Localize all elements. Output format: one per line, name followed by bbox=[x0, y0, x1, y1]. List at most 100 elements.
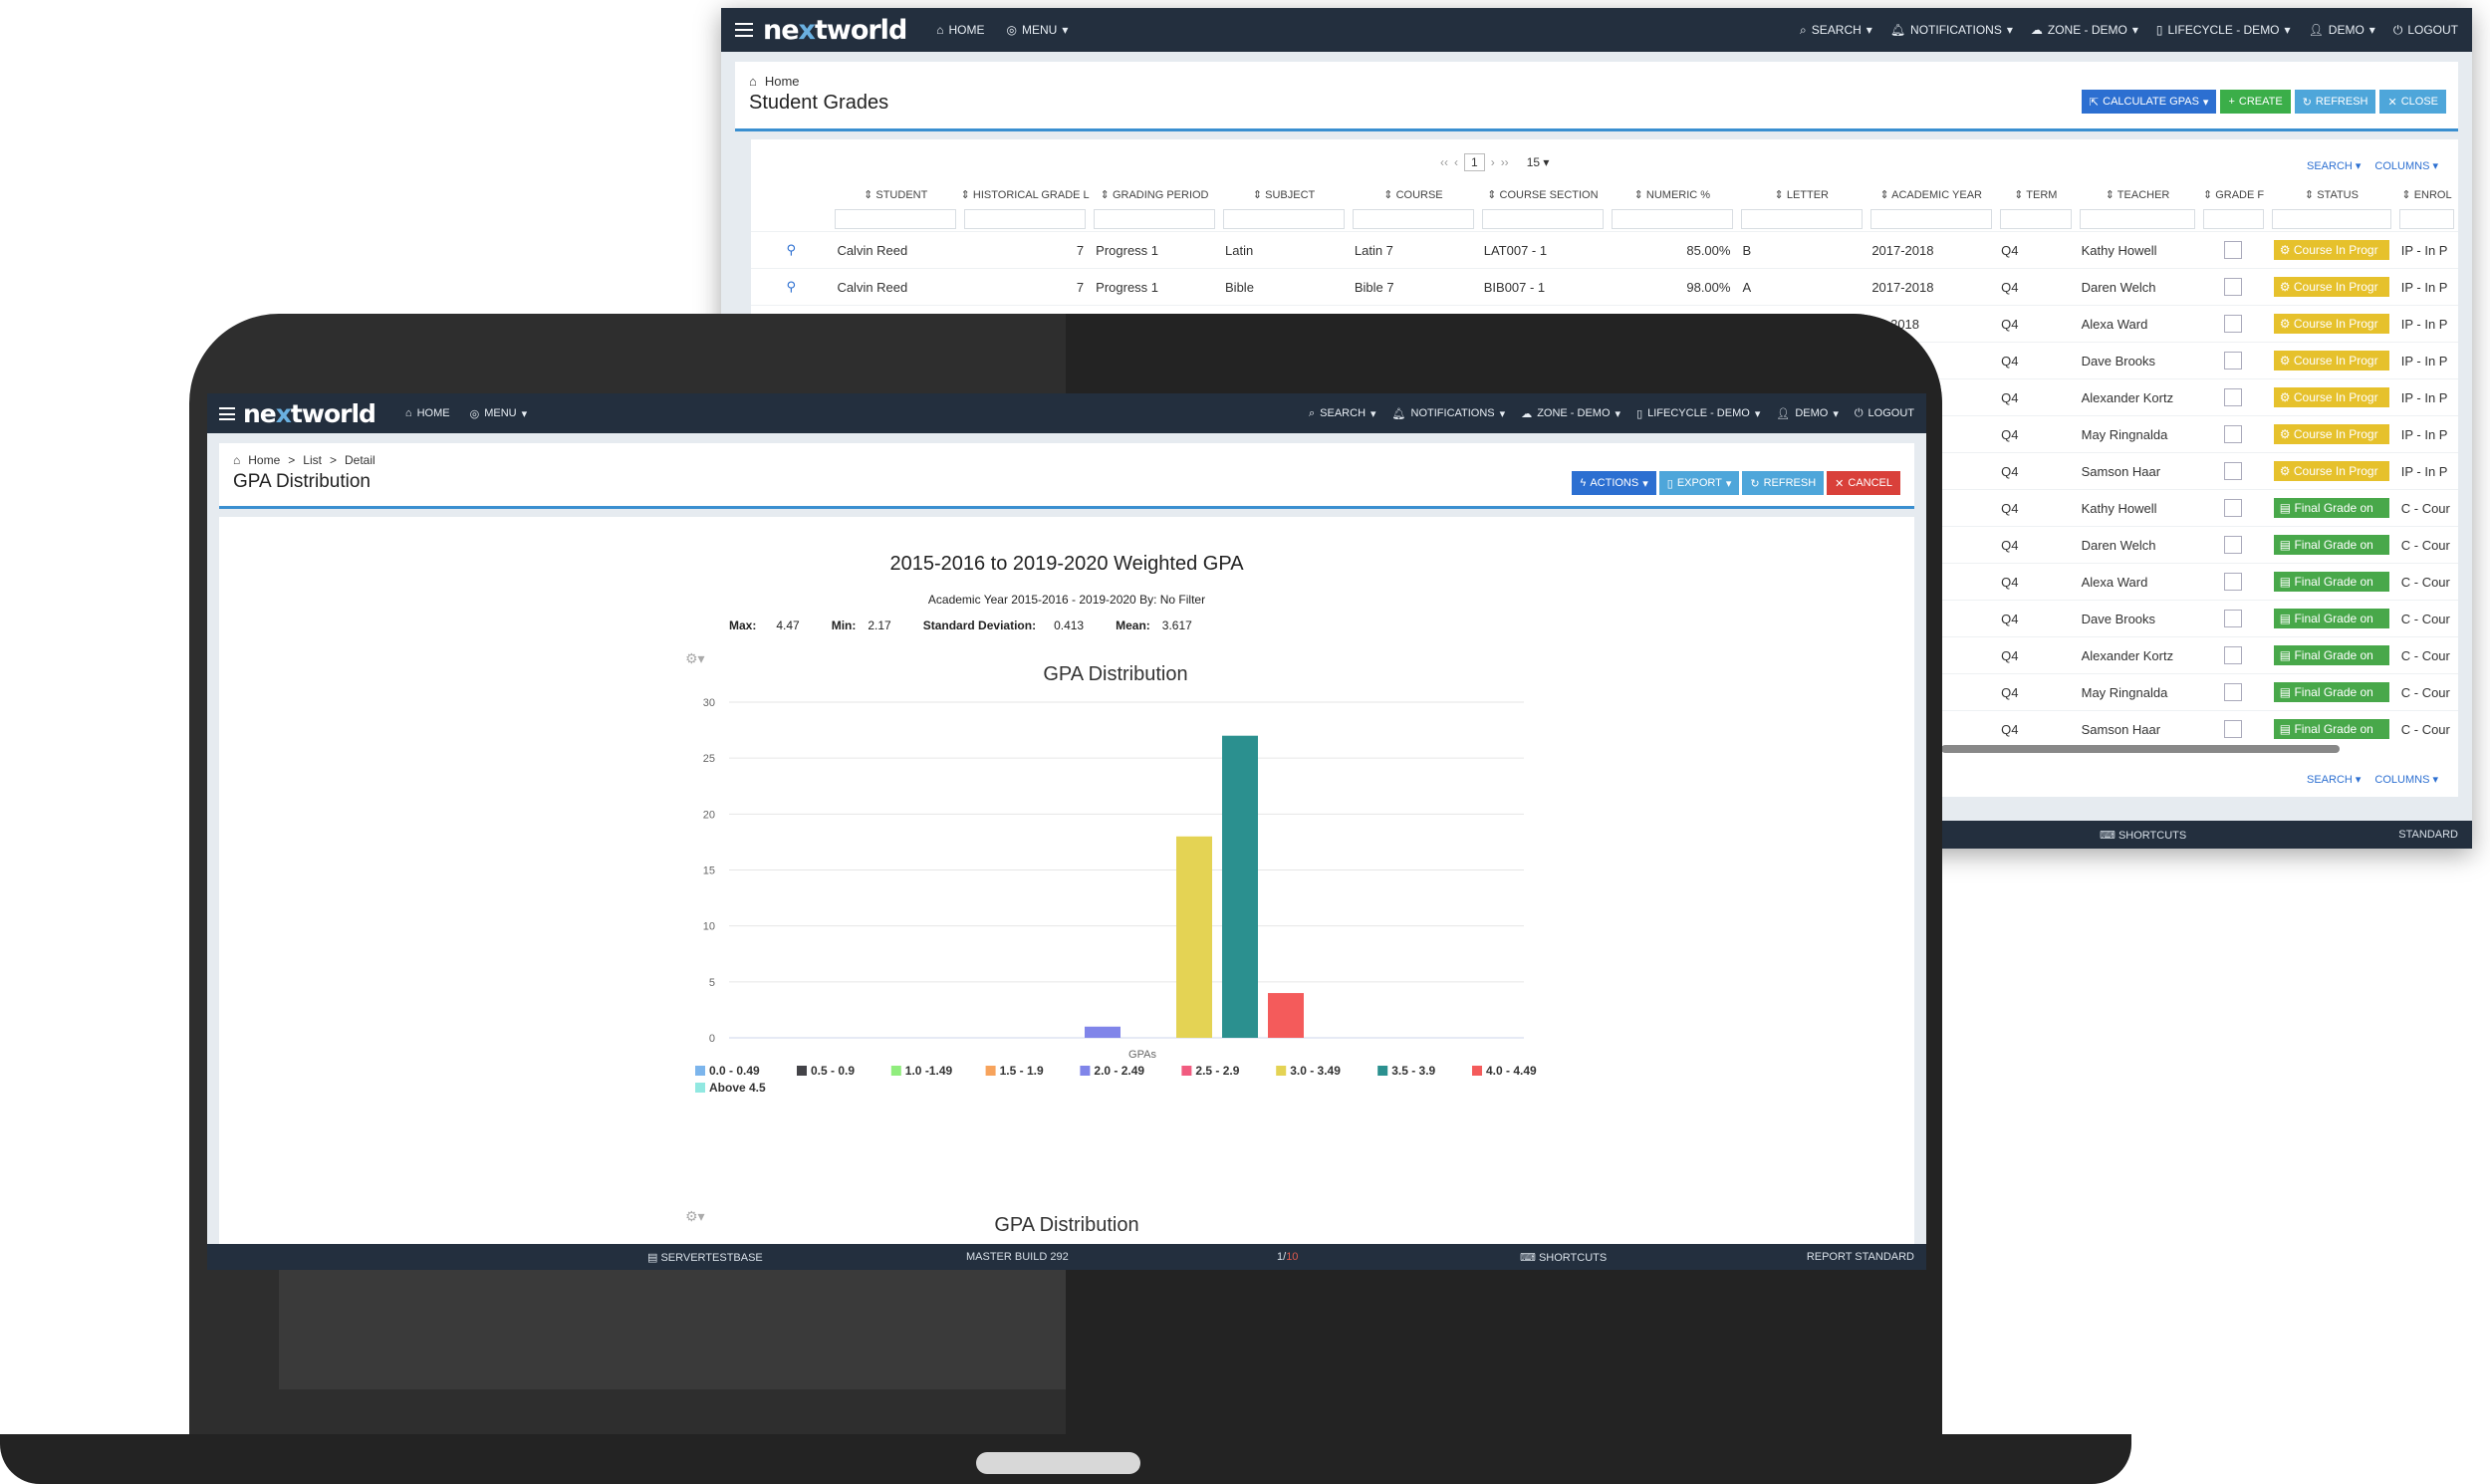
column-header[interactable]: ⇕ COURSE bbox=[1349, 188, 1478, 201]
table-row[interactable]: ⚲ Calvin Reed 7 Progress 1 Bible Bible 7 BIB00… bbox=[751, 268, 2458, 305]
column-filter[interactable] bbox=[1867, 209, 1996, 229]
create-button[interactable]: + CREATE bbox=[2220, 90, 2291, 114]
table-columns-link[interactable]: COLUMNS ▾ bbox=[2374, 159, 2438, 172]
nav-logout[interactable]: ⏻ LOGOUT bbox=[1855, 407, 1914, 420]
legend-swatch[interactable] bbox=[695, 1083, 705, 1093]
column-header[interactable]: ⇕ COURSE SECTION bbox=[1478, 188, 1608, 201]
legend-item[interactable]: 3.0 - 3.49 bbox=[1290, 1064, 1341, 1078]
column-filter[interactable] bbox=[831, 209, 960, 229]
nav-home[interactable]: ⌂ HOME bbox=[936, 23, 984, 37]
column-filter[interactable] bbox=[2268, 209, 2395, 229]
nav-menu[interactable]: ◎ MENU ▾ bbox=[470, 407, 528, 420]
hamburger-menu-icon[interactable] bbox=[735, 23, 753, 37]
last-page-icon[interactable]: ›› bbox=[1501, 155, 1509, 169]
column-filter[interactable] bbox=[1349, 209, 1478, 229]
column-header[interactable]: ⇕ GRADE F bbox=[2199, 188, 2268, 201]
column-header[interactable]: ⇕ ENROL bbox=[2395, 188, 2458, 201]
legend-item[interactable]: Above 4.5 bbox=[709, 1081, 766, 1095]
column-filter[interactable] bbox=[2395, 209, 2458, 229]
column-header[interactable]: ⇕ TEACHER bbox=[2076, 188, 2199, 201]
column-filter[interactable] bbox=[1219, 209, 1349, 229]
calculate-gpas-button[interactable]: ⇱ CALCULATE GPAS ▾ bbox=[2081, 90, 2217, 114]
column-header[interactable]: ⇕ TERM bbox=[1996, 188, 2076, 201]
brand-logo[interactable]: nextworld bbox=[763, 15, 907, 46]
grade-final-checkbox[interactable] bbox=[2199, 425, 2268, 443]
close-button[interactable]: ✕ CLOSE bbox=[2379, 90, 2446, 114]
column-filter[interactable] bbox=[1090, 209, 1219, 229]
grade-final-checkbox[interactable] bbox=[2199, 462, 2268, 480]
column-filter[interactable] bbox=[1996, 209, 2076, 229]
column-header[interactable]: ⇕ GRADING PERIOD bbox=[1090, 188, 1219, 201]
footer-shortcuts[interactable]: ⌨ SHORTCUTS bbox=[2100, 829, 2186, 842]
nav-menu[interactable]: ◎ MENU ▾ bbox=[1007, 23, 1069, 37]
grade-final-checkbox[interactable] bbox=[2199, 241, 2268, 259]
legend-item[interactable]: 2.0 - 2.49 bbox=[1094, 1064, 1144, 1078]
table-search-link-bottom[interactable]: SEARCH ▾ bbox=[2307, 773, 2361, 786]
column-header[interactable]: ⇕ HISTORICAL GRADE L bbox=[960, 188, 1090, 201]
bar-4-0-4-49[interactable] bbox=[1268, 993, 1304, 1038]
nav-lifecycle[interactable]: ▯ LIFECYCLE - DEMO ▾ bbox=[1636, 407, 1760, 420]
legend-item[interactable]: 1.5 - 1.9 bbox=[1000, 1064, 1044, 1078]
legend-swatch[interactable] bbox=[1472, 1066, 1482, 1076]
footer-server[interactable]: ▤ SERVERTESTBASE bbox=[647, 1251, 763, 1264]
first-page-icon[interactable]: ‹‹ bbox=[1440, 155, 1448, 169]
column-header[interactable]: ⇕ STUDENT bbox=[831, 188, 960, 201]
grade-final-checkbox[interactable] bbox=[2199, 278, 2268, 296]
horizontal-scrollbar[interactable] bbox=[1941, 745, 2340, 753]
column-filter[interactable] bbox=[1737, 209, 1867, 229]
nav-zone[interactable]: ☁ ZONE - DEMO ▾ bbox=[1521, 407, 1620, 420]
grade-final-checkbox[interactable] bbox=[2199, 646, 2268, 664]
next-page-icon[interactable]: › bbox=[1491, 155, 1495, 169]
legend-swatch[interactable] bbox=[985, 1066, 996, 1076]
legend-item[interactable]: 0.5 - 0.9 bbox=[811, 1064, 855, 1078]
grade-final-checkbox[interactable] bbox=[2199, 683, 2268, 701]
nav-user[interactable]: 👤︎ DEMO ▾ bbox=[1776, 407, 1839, 420]
bar-3-0-3-49[interactable] bbox=[1176, 836, 1212, 1038]
column-filter[interactable] bbox=[1478, 209, 1608, 229]
row-link-icon[interactable]: ⚲ bbox=[751, 242, 831, 258]
actions-button[interactable]: ϟ ACTIONS ▾ bbox=[1572, 471, 1656, 495]
column-header[interactable]: ⇕ SUBJECT bbox=[1219, 188, 1349, 201]
column-header[interactable]: ⇕ STATUS bbox=[2268, 188, 2395, 201]
breadcrumb-home[interactable]: Home bbox=[248, 453, 280, 467]
grade-final-checkbox[interactable] bbox=[2199, 610, 2268, 627]
table-row[interactable]: ⚲ Calvin Reed 7 Progress 1 Latin Latin 7 LAT00… bbox=[751, 231, 2458, 268]
table-search-link[interactable]: SEARCH ▾ bbox=[2307, 159, 2361, 172]
refresh-button[interactable]: ↻ REFRESH bbox=[2294, 90, 2376, 114]
column-header[interactable]: ⇕ NUMERIC % bbox=[1608, 188, 1737, 201]
column-header[interactable]: ⇕ ACADEMIC YEAR bbox=[1867, 188, 1996, 201]
export-button[interactable]: ▯ EXPORT ▾ bbox=[1658, 471, 1740, 495]
nav-notifications[interactable]: 🔔︎ NOTIFICATIONS ▾ bbox=[1392, 407, 1506, 420]
bar-3-5-3-9[interactable] bbox=[1222, 735, 1258, 1038]
grade-final-checkbox[interactable] bbox=[2199, 499, 2268, 517]
column-filter[interactable] bbox=[960, 209, 1090, 229]
legend-swatch[interactable] bbox=[1181, 1066, 1192, 1076]
grade-final-checkbox[interactable] bbox=[2199, 536, 2268, 554]
legend-swatch[interactable] bbox=[695, 1066, 705, 1076]
legend-swatch[interactable] bbox=[890, 1066, 901, 1076]
column-header[interactable]: ⇕ LETTER bbox=[1737, 188, 1867, 201]
footer-shortcuts[interactable]: ⌨ SHORTCUTS bbox=[1520, 1251, 1607, 1264]
nav-user[interactable]: 👤︎ DEMO ▾ bbox=[2309, 23, 2375, 37]
refresh-button[interactable]: ↻ REFRESH bbox=[1742, 471, 1825, 495]
nav-lifecycle[interactable]: ▯ LIFECYCLE - DEMO ▾ bbox=[2156, 23, 2291, 37]
nav-search[interactable]: ⌕ SEARCH ▾ bbox=[1309, 407, 1376, 420]
grade-final-checkbox[interactable] bbox=[2199, 352, 2268, 370]
grade-final-checkbox[interactable] bbox=[2199, 315, 2268, 333]
nav-zone[interactable]: ☁ ZONE - DEMO ▾ bbox=[2031, 23, 2138, 37]
legend-item[interactable]: 1.0 -1.49 bbox=[905, 1064, 953, 1078]
legend-swatch[interactable] bbox=[1377, 1066, 1388, 1076]
breadcrumb-home[interactable]: Home bbox=[765, 74, 800, 89]
column-filter[interactable] bbox=[2199, 209, 2268, 229]
nav-notifications[interactable]: 🔔︎ NOTIFICATIONS ▾ bbox=[1890, 23, 2013, 37]
legend-swatch[interactable] bbox=[1276, 1066, 1287, 1076]
nav-home[interactable]: ⌂ HOME bbox=[405, 407, 450, 419]
breadcrumb-list[interactable]: List bbox=[303, 453, 322, 467]
legend-swatch[interactable] bbox=[1080, 1066, 1091, 1076]
grade-final-checkbox[interactable] bbox=[2199, 388, 2268, 406]
nav-search[interactable]: ⌕ SEARCH ▾ bbox=[1800, 23, 1872, 38]
table-columns-link-bottom[interactable]: COLUMNS ▾ bbox=[2374, 773, 2438, 786]
legend-item[interactable]: 3.5 - 3.9 bbox=[1391, 1064, 1435, 1078]
bar-2-0-2-49[interactable] bbox=[1085, 1026, 1120, 1038]
cancel-button[interactable]: ✕ CANCEL bbox=[1827, 471, 1900, 495]
